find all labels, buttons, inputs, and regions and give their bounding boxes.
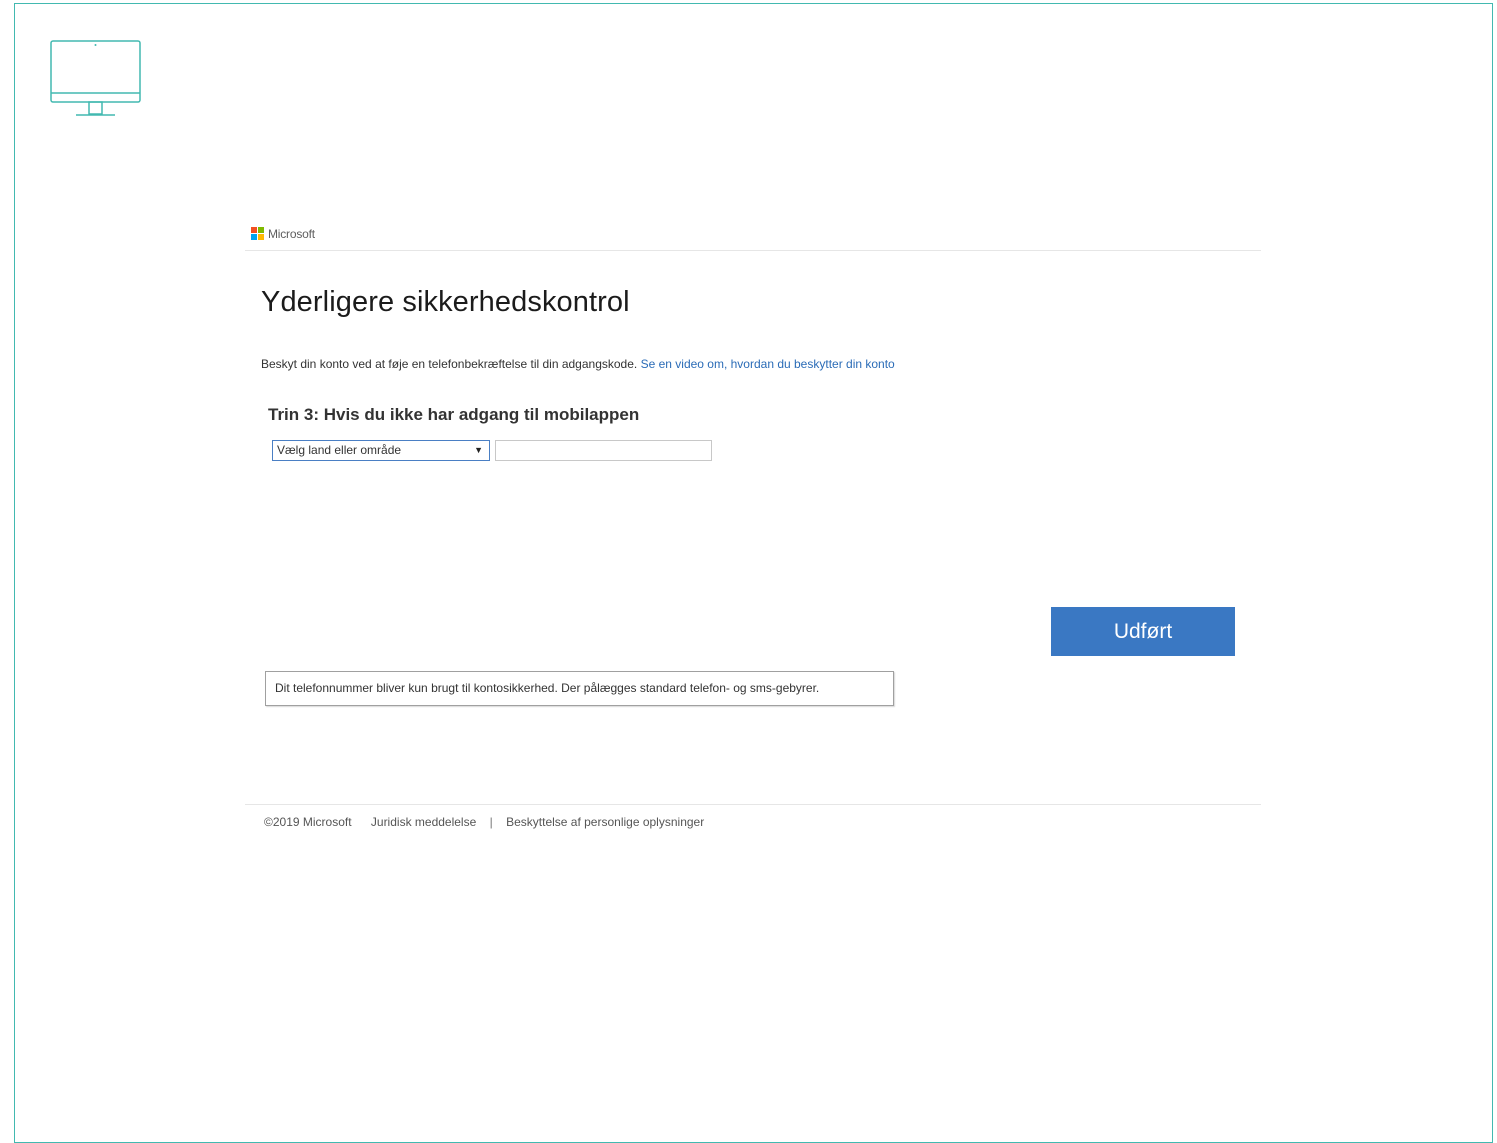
done-button[interactable]: Udført [1051,607,1235,656]
dropdown-arrow-icon: ▼ [474,445,483,455]
step-heading: Trin 3: Hvis du ikke har adgang til mobi… [268,405,640,424]
footer-separator: | [489,815,493,829]
phone-number-input[interactable] [495,440,712,461]
country-select-value: Vælg land eller område [277,443,402,457]
country-select[interactable]: Vælg land eller område ▼ [272,440,490,461]
copyright-text: ©2019 Microsoft [264,815,352,829]
video-link[interactable]: Se en video om, hvordan du beskytter din… [641,357,895,371]
intro-text: Beskyt din konto ved at føje en telefonb… [261,357,895,371]
intro-description: Beskyt din konto ved at føje en telefonb… [261,357,638,371]
phone-notice: Dit telefonnummer bliver kun brugt til k… [265,671,894,706]
page-title: Yderligere sikkerhedskontrol [261,286,630,318]
footer-divider [245,804,1261,805]
microsoft-logo-icon [251,227,265,241]
privacy-link[interactable]: Beskyttelse af personlige oplysninger [506,815,704,829]
page-header: Microsoft [245,224,1261,251]
legal-notice-link[interactable]: Juridisk meddelelse [371,815,476,829]
device-frame [14,3,1493,1143]
monitor-icon [50,40,141,116]
page-footer: ©2019 Microsoft Juridisk meddelelse | Be… [264,815,704,829]
brand-name: Microsoft [268,227,315,241]
